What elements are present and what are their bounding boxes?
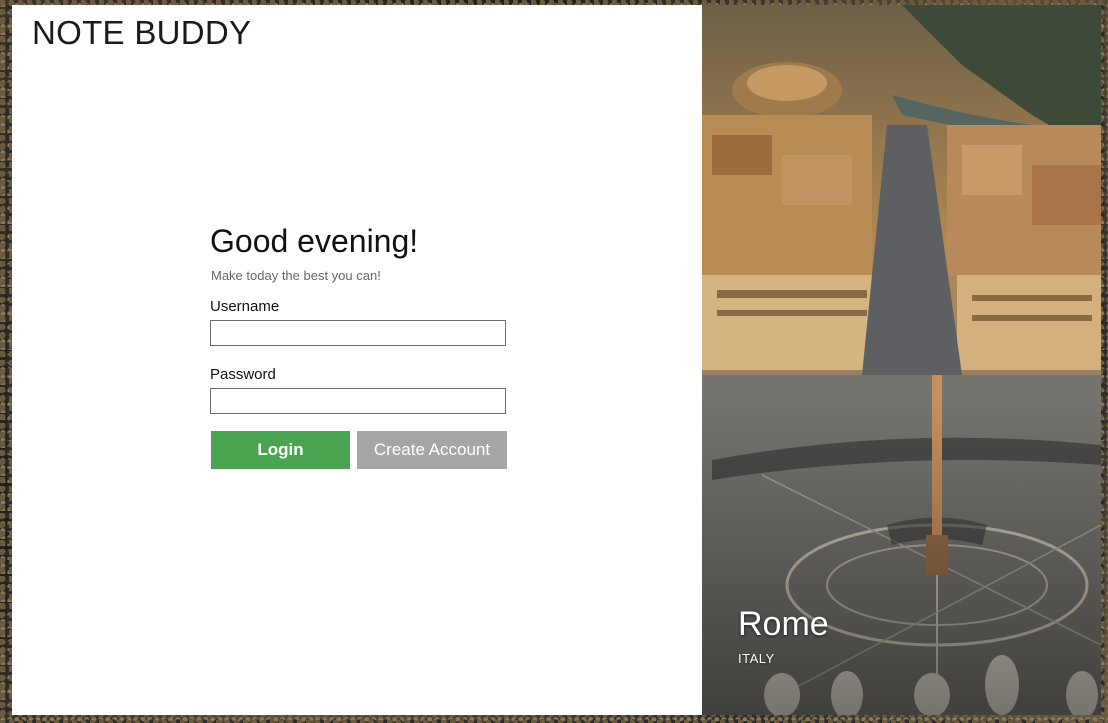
login-button[interactable]: Login <box>211 431 350 469</box>
app-title: NOTE BUDDY <box>32 14 252 51</box>
button-row: Login Create Account <box>210 431 510 469</box>
greeting-subtitle: Make today the best you can! <box>211 268 381 283</box>
username-label: Username <box>210 298 280 315</box>
greeting-heading: Good evening! <box>210 223 419 259</box>
location-photo: Rome ITALY <box>702 5 1101 715</box>
password-input[interactable] <box>210 388 506 414</box>
location-country: ITALY <box>738 651 775 666</box>
login-form: Good evening! Make today the best you ca… <box>210 223 510 469</box>
create-account-button[interactable]: Create Account <box>357 431 507 469</box>
login-panel: NOTE BUDDY Good evening! Make today the … <box>12 5 702 715</box>
password-label: Password <box>210 366 276 383</box>
location-city: Rome <box>738 605 829 643</box>
username-input[interactable] <box>210 320 506 346</box>
